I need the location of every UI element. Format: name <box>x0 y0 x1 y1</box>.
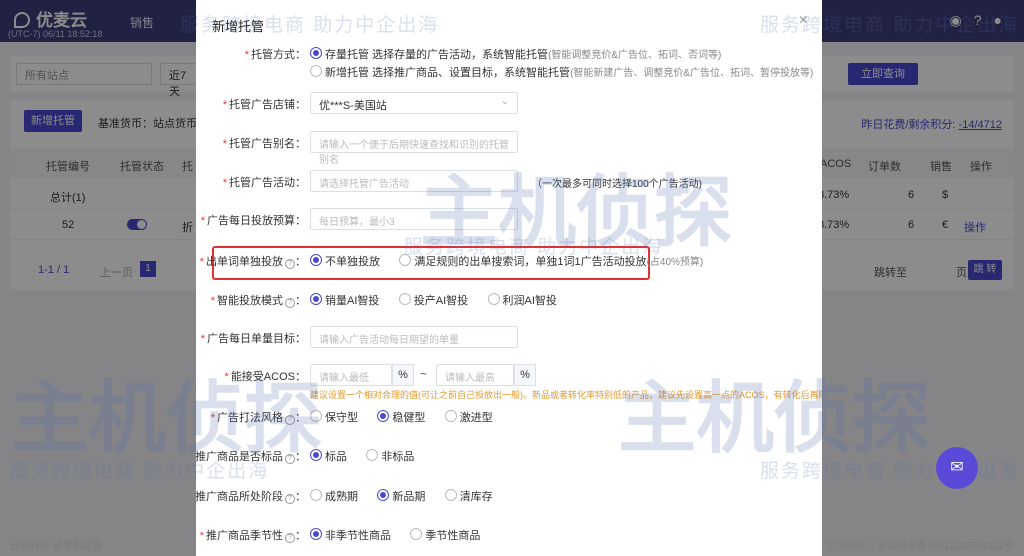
campaign-label: * 托管广告活动： <box>222 177 306 189</box>
chat-fab-button[interactable]: ✉ <box>936 447 978 489</box>
style-label: * 广告打法风格?： <box>210 412 306 425</box>
campaign-note: （一次最多可同时选择100个广告活动) <box>532 179 703 190</box>
radio-profit-ai[interactable]: 利润AI智投 <box>487 292 557 308</box>
alias-label: * 托管广告别名： <box>222 138 306 150</box>
chevron-down-icon: ⌄ <box>500 96 509 107</box>
radio-roi-ai[interactable]: 投产AI智投 <box>398 292 468 308</box>
mode-options: 存量托管 选择存量的广告活动，系统智能托管(智能调整竞价&广告位、拓词、否词等)… <box>310 46 822 80</box>
acos-range-separator: ~ <box>420 367 428 381</box>
radio-mature[interactable]: 成熟期 <box>310 488 358 504</box>
help-icon[interactable]: ? <box>285 259 295 269</box>
season-options: 非季节性商品 季节性商品 <box>310 527 496 543</box>
radio-non-standard[interactable]: 非标品 <box>366 448 414 464</box>
alias-input[interactable]: 请输入一个便于后期快速查找和识别的托管别名 <box>310 131 518 166</box>
radio-standard[interactable]: 标品 <box>310 448 347 464</box>
acos-label: * 能接受ACOS： <box>224 371 306 383</box>
season-label: * 推广商品季节性?： <box>199 530 306 543</box>
daily-orders-label: * 广告每日单量目标： <box>200 333 306 345</box>
radio-aggressive[interactable]: 激进型 <box>444 409 493 425</box>
mode-label: * 托管方式： <box>244 49 306 61</box>
budget-input[interactable]: 每日预算，最小3 <box>310 208 518 230</box>
standard-options: 标品 非标品 <box>310 448 430 464</box>
acos-max-input[interactable]: 请输入最高 <box>436 364 514 386</box>
daily-orders-input[interactable]: 请输入广告活动每日期望的单量 <box>310 326 518 348</box>
radio-conservative[interactable]: 保守型 <box>310 409 358 425</box>
acos-warning: 建议设置一个相对合理的值(可让之前自己投放出一般)。新品或者转化率特别低的产品，… <box>310 390 822 400</box>
single-keyword-label: * 出单词单独投放?： <box>199 256 306 269</box>
help-icon[interactable]: ? <box>285 533 295 543</box>
standard-label: *推广商品是否标品?： <box>196 451 306 464</box>
campaign-select[interactable]: 请选择托管广告活动 <box>310 170 518 192</box>
close-icon[interactable]: × <box>799 12 808 30</box>
stage-options: 成熟期 新品期 清库存 <box>310 488 509 504</box>
help-icon[interactable]: ? <box>285 298 295 308</box>
radio-not-separate[interactable]: 不单独投放 <box>310 253 380 269</box>
radio-non-seasonal[interactable]: 非季节性商品 <box>310 527 391 543</box>
ai-mode-options: 销量AI智投 投产AI智投 利润AI智投 <box>310 292 573 308</box>
single-keyword-options: 不单独投放 满足规则的出单搜索词，单独1词1广告活动投放(占40%预算) <box>310 253 719 269</box>
radio-new-hosting[interactable]: 新增托管 选择推广商品、设置目标，系统智能托管(智能新建广告、调整竞价&广告位、… <box>310 64 813 80</box>
radio-clearance[interactable]: 清库存 <box>444 488 493 504</box>
chat-icon: ✉ <box>950 459 964 476</box>
acos-min-input[interactable]: 请输入最低 <box>310 364 392 386</box>
radio-new-product[interactable]: 新品期 <box>377 488 425 504</box>
store-select[interactable]: 优***S-美国站 ⌄ <box>310 92 518 114</box>
radio-separate-campaign[interactable]: 满足规则的出单搜索词，单独1词1广告活动投放(占40%预算) <box>399 253 703 269</box>
help-icon[interactable]: ? <box>285 494 295 504</box>
radio-steady[interactable]: 稳健型 <box>377 409 425 425</box>
acos-max-unit: % <box>514 364 536 386</box>
radio-existing-hosting[interactable]: 存量托管 选择存量的广告活动，系统智能托管(智能调整竞价&广告位、拓词、否词等) <box>310 46 721 62</box>
store-label: * 托管广告店铺： <box>222 99 306 111</box>
help-icon[interactable]: ? <box>285 454 295 464</box>
budget-label: * 广告每日投放预算： <box>200 215 306 227</box>
stage-label: *推广商品所处阶段?： <box>196 491 306 504</box>
dialog-title: 新增托管 <box>212 19 265 34</box>
style-options: 保守型 稳健型 激进型 <box>310 409 509 425</box>
acos-min-unit: % <box>392 364 414 386</box>
radio-sales-ai[interactable]: 销量AI智投 <box>310 292 379 308</box>
new-hosting-dialog: 新增托管 × * 托管方式： 存量托管 选择存量的广告活动，系统智能托管(智能调整… <box>196 0 822 556</box>
ai-mode-label: * 智能投放模式?： <box>210 295 306 308</box>
help-icon[interactable]: ? <box>285 415 295 425</box>
radio-seasonal[interactable]: 季节性商品 <box>410 527 480 543</box>
